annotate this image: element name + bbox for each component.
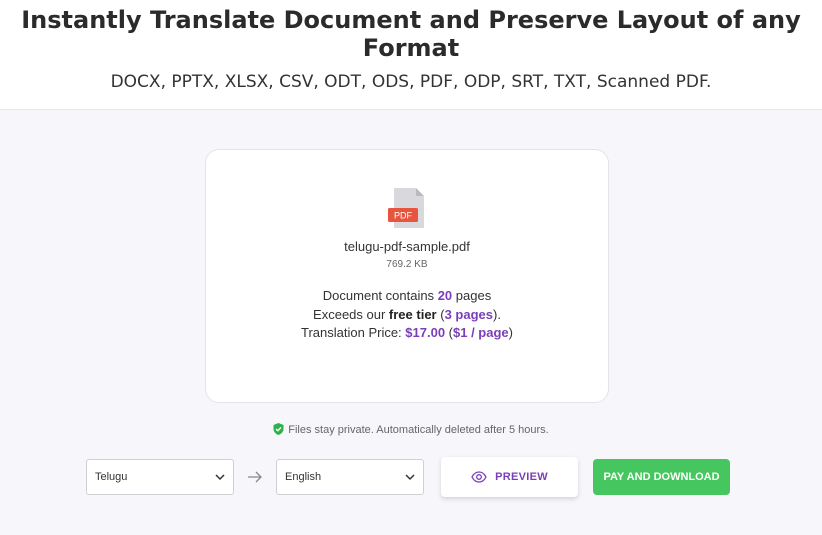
source-language-value: Telugu <box>95 471 128 483</box>
privacy-notice: Files stay private. Automatically delete… <box>0 423 822 436</box>
file-name: telugu-pdf-sample.pdf <box>344 239 470 254</box>
pay-and-download-button[interactable]: PAY AND DOWNLOAD <box>593 459 730 495</box>
chevron-down-icon <box>215 474 225 481</box>
free-tier-pages: 3 pages <box>444 307 493 322</box>
page-count-line: Document contains 20 pages <box>322 288 492 303</box>
supported-formats: DOCX, PPTX, XLSX, CSV, ODT, ODS, PDF, OD… <box>110 72 712 92</box>
chevron-down-icon <box>405 474 415 481</box>
free-tier-label: free tier <box>388 307 437 322</box>
page-title: Instantly Translate Document and Preserv… <box>21 6 801 62</box>
price-line: Translation Price: $17.00 ($1 / page) <box>301 325 513 340</box>
shield-check-icon <box>273 423 284 435</box>
page-count: 20 <box>437 288 453 303</box>
target-language-value: English <box>285 471 322 483</box>
file-card: PDF telugu-pdf-sample.pdf 769.2 KB Docum… <box>205 149 609 403</box>
pdf-file-icon: PDF <box>388 188 424 228</box>
privacy-text: Files stay private. Automatically delete… <box>288 424 549 436</box>
preview-label: PREVIEW <box>495 471 548 483</box>
source-language-select[interactable]: Telugu <box>86 459 234 495</box>
free-tier-line: Exceeds our free tier (3 pages). <box>313 307 501 322</box>
eye-icon <box>471 471 487 483</box>
pdf-badge-label: PDF <box>394 211 413 221</box>
page-header: Instantly Translate Document and Preserv… <box>0 0 822 110</box>
file-size: 769.2 KB <box>386 259 428 270</box>
arrow-right-icon <box>248 471 262 483</box>
translation-price: $17.00 <box>405 325 446 340</box>
target-language-select[interactable]: English <box>276 459 424 495</box>
price-per-page: $1 / page <box>453 325 509 340</box>
preview-button[interactable]: PREVIEW <box>441 457 578 497</box>
